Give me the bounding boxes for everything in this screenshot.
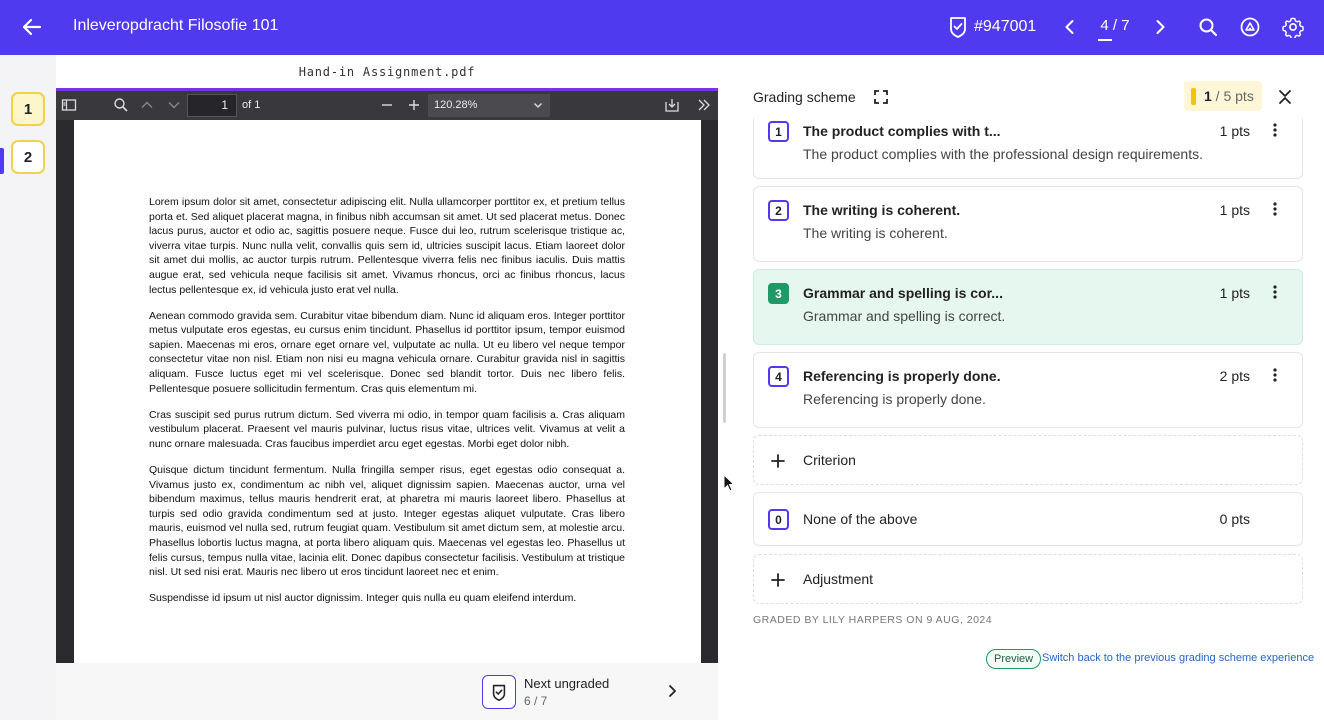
pdf-paragraph: Suspendisse id ipsum ut nisl auctor dign… — [149, 592, 577, 605]
submission-id-text: #947001 — [974, 18, 1037, 35]
more-vertical-icon[interactable] — [1272, 201, 1278, 217]
gear-icon[interactable] — [1282, 16, 1304, 38]
points-current: 1 — [1204, 88, 1212, 104]
pdf-paragraph: Lorem ipsum dolor sit amet, consectetur … — [149, 196, 625, 296]
collapse-icon[interactable] — [1277, 89, 1293, 105]
file-name: Hand-in Assignment.pdf — [298, 65, 476, 79]
criterion-points: 1 pts — [1219, 123, 1250, 139]
active-page-marker — [0, 148, 4, 174]
page-button-2[interactable]: 2 — [11, 140, 45, 174]
criterion-title: The writing is coherent. — [803, 202, 961, 218]
zoom-value: 120.28% — [434, 99, 478, 111]
criterion-description: The writing is coherent. — [803, 225, 948, 241]
top-bar: Inleveropdracht Filosofie 101 #947001 4 … — [0, 0, 1324, 55]
criterion-4[interactable]: 4 Referencing is properly done. Referenc… — [753, 352, 1303, 428]
plus-icon — [770, 572, 786, 588]
pdf-paragraph: Quisque dictum tincidunt fermentum. Null… — [149, 464, 625, 579]
zoom-select[interactable]: 120.28% — [428, 94, 550, 117]
submission-counter[interactable]: 4 / 7 — [1098, 17, 1132, 41]
chevron-right-icon[interactable] — [664, 683, 680, 699]
splitter-grip[interactable] — [723, 353, 726, 423]
criterion-1[interactable]: 1 The product complies with t... The pro… — [753, 118, 1303, 179]
chevron-down-icon — [532, 99, 544, 111]
pdf-page: Lorem ipsum dolor sit amet, consectetur … — [74, 120, 701, 663]
back-arrow-icon[interactable] — [20, 15, 44, 39]
next-ungraded-button[interactable] — [482, 675, 516, 709]
none-of-the-above-label: None of the above — [803, 511, 918, 527]
criterion-points: 1 pts — [1219, 202, 1250, 218]
criterion-points: 1 pts — [1219, 285, 1250, 301]
pdf-toolbar: 1 of 1 120.28% — [56, 91, 718, 120]
page-number-input[interactable]: 1 — [187, 94, 237, 117]
criterion-title: The product complies with t... — [803, 123, 1001, 139]
pdf-scroll-area[interactable]: Lorem ipsum dolor sit amet, consectetur … — [56, 120, 718, 663]
more-vertical-icon[interactable] — [1272, 122, 1278, 138]
more-vertical-icon[interactable] — [1272, 284, 1278, 300]
preview-badge: Preview — [986, 649, 1042, 669]
previous-submission-icon[interactable] — [1060, 17, 1080, 37]
criterion-number: 0 — [768, 509, 789, 530]
page-thumbnail-rail: 1 2 — [0, 55, 56, 720]
download-icon[interactable] — [664, 97, 680, 113]
plus-icon — [770, 453, 786, 469]
submission-id: #947001 — [948, 16, 1036, 38]
points-total: / 5 pts — [1211, 88, 1254, 104]
submission-counter-text: 4 / 7 — [1100, 17, 1130, 34]
panel-splitter[interactable] — [718, 55, 732, 720]
pdf-viewer: Hand-in Assignment.pdf 1 of 1 120.28% Lo… — [56, 55, 718, 663]
shield-check-icon — [492, 684, 506, 701]
find-icon[interactable] — [113, 97, 129, 113]
next-ungraded-count: 6 / 7 — [524, 694, 548, 708]
add-adjustment-button[interactable]: Adjustment — [753, 554, 1303, 604]
next-page-icon[interactable] — [166, 97, 182, 113]
next-ungraded-label: Next ungraded — [524, 676, 610, 691]
criterion-number: 4 — [768, 366, 789, 387]
criterion-2[interactable]: 2 The writing is coherent. The writing i… — [753, 186, 1303, 262]
criterion-description: Grammar and spelling is correct. — [803, 308, 1006, 324]
criterion-description: Referencing is properly done. — [803, 391, 986, 407]
graded-by-text: GRADED BY LILY HARPERS ON 9 AUG, 2024 — [753, 614, 993, 626]
zoom-in-icon[interactable] — [406, 97, 422, 113]
points-summary: 1 / 5 pts — [1184, 81, 1262, 111]
grading-panel: Grading scheme 1 / 5 pts 1 The product c… — [732, 55, 1324, 720]
none-of-the-above-points: 0 pts — [1219, 511, 1250, 527]
counter-underline — [1098, 39, 1112, 41]
page-button-1[interactable]: 1 — [11, 92, 45, 126]
page-count: of 1 — [242, 99, 261, 111]
criterion-title: Referencing is properly done. — [803, 368, 1001, 384]
sidebar-toggle-icon[interactable] — [61, 97, 77, 113]
criterion-number: 3 — [768, 283, 789, 304]
criterion-number: 1 — [768, 121, 789, 142]
none-of-the-above-option[interactable]: 0 None of the above 0 pts — [753, 492, 1303, 546]
more-vertical-icon[interactable] — [1272, 367, 1278, 383]
zoom-out-icon[interactable] — [379, 97, 395, 113]
expand-icon[interactable] — [873, 89, 889, 105]
add-criterion-label: Criterion — [803, 452, 856, 468]
points-indicator — [1191, 88, 1196, 105]
pdf-paragraph: Aenean commodo gravida sem. Curabitur vi… — [149, 309, 625, 395]
bottom-bar: Next ungraded 6 / 7 — [56, 663, 718, 720]
add-criterion-button[interactable]: Criterion — [753, 435, 1303, 485]
previous-page-icon[interactable] — [139, 97, 155, 113]
switch-back-link[interactable]: Switch back to the previous grading sche… — [1042, 652, 1314, 664]
search-icon[interactable] — [1198, 17, 1218, 37]
pdf-text: Lorem ipsum dolor sit amet, consectetur … — [149, 195, 625, 617]
grading-scheme-title: Grading scheme — [753, 89, 856, 105]
anonymous-user-icon[interactable] — [1240, 17, 1260, 37]
more-tools-icon[interactable] — [696, 97, 712, 113]
criterion-title: Grammar and spelling is cor... — [803, 285, 1003, 301]
add-adjustment-label: Adjustment — [803, 571, 874, 587]
criterion-3-selected[interactable]: 3 Grammar and spelling is cor... Grammar… — [753, 269, 1303, 345]
pdf-paragraph: Cras suscipit sed purus rutrum dictum. S… — [149, 408, 625, 450]
next-submission-icon[interactable] — [1150, 17, 1170, 37]
shield-check-icon — [948, 16, 968, 38]
page-title: Inleveropdracht Filosofie 101 — [73, 17, 279, 34]
criterion-number: 2 — [768, 200, 789, 221]
criterion-description: The product complies with the profession… — [803, 146, 1203, 162]
criterion-points: 2 pts — [1219, 368, 1250, 384]
